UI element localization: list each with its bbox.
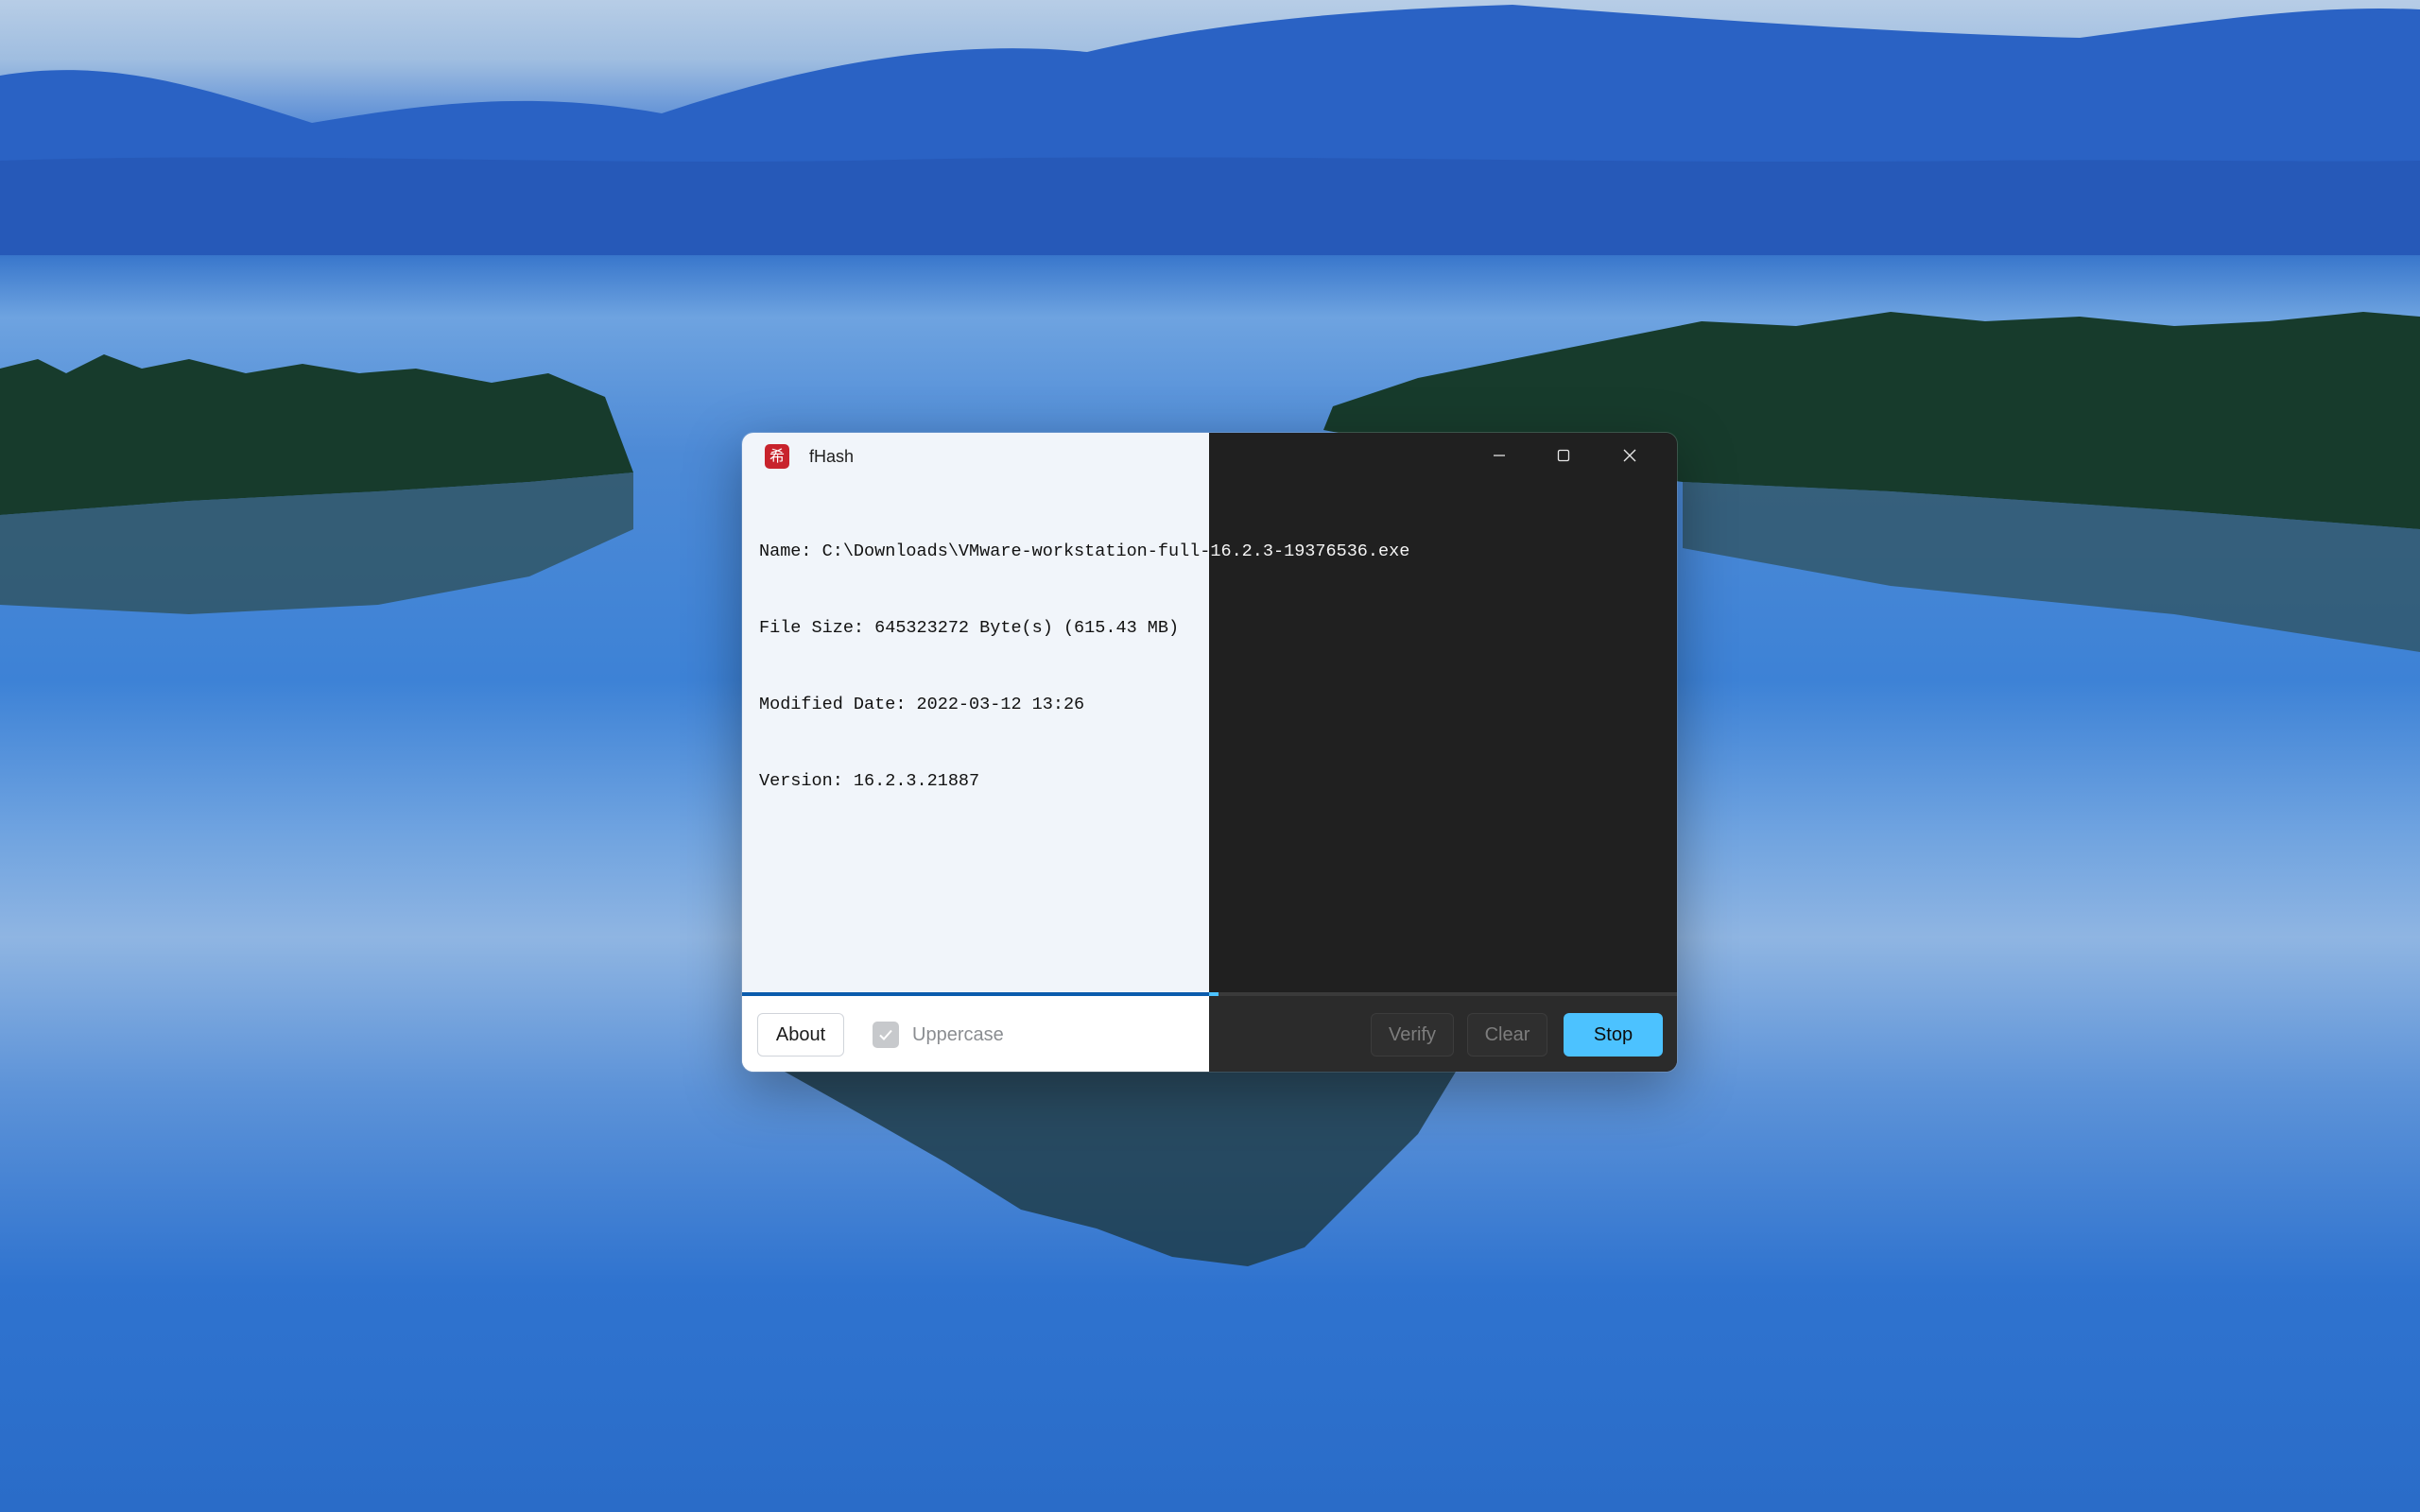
output-line-modified-date-dark: Modified Date: 2022-03-12 13:26: [1209, 692, 1409, 717]
check-icon: [879, 1029, 892, 1040]
output-text-light: Name: C:\Downloads\VMware-workstation-fu…: [759, 488, 1209, 979]
close-button[interactable]: [1598, 433, 1662, 478]
minimize-icon: [1494, 455, 1505, 456]
output-line-name: Name: C:\Downloads\VMware-workstation-fu…: [759, 541, 1209, 561]
hash-output-textbox[interactable]: Name: C:\Downloads\VMware-workstation-fu…: [759, 488, 1667, 979]
output-line-file-size: File Size: 645323272 Byte(s) (615.43 MB): [759, 618, 1180, 638]
minimize-button[interactable]: [1467, 433, 1531, 478]
clear-button[interactable]: Clear: [1467, 1013, 1547, 1057]
uppercase-label: Uppercase: [912, 1023, 1004, 1045]
about-button[interactable]: About: [757, 1013, 844, 1057]
title-bar[interactable]: 希 fHash: [742, 433, 1677, 478]
output-line-file-size-dark: File Size: 645323272 Byte(s) (615.43 MB): [1209, 615, 1409, 641]
window-title: fHash: [809, 447, 855, 466]
uppercase-checkbox[interactable]: Uppercase: [873, 1019, 1004, 1051]
progress-bar-fill-dark: [1209, 992, 1219, 996]
progress-track-dark: [1209, 992, 1677, 996]
fhash-window: 希 fHash Name: C:\Downloads\VMware-workst…: [742, 433, 1677, 1072]
output-line-version-dark: Version: 16.2.3.21887: [1209, 768, 1409, 794]
maximize-button[interactable]: [1531, 433, 1596, 478]
output-text-dark: Name: C:\Downloads\VMware-workstation-fu…: [1209, 488, 1667, 979]
stop-button[interactable]: Stop: [1564, 1013, 1663, 1057]
app-icon: 希: [765, 444, 789, 469]
verify-button[interactable]: Verify: [1371, 1013, 1454, 1057]
output-line-name-dark: Name: C:\Downloads\VMware-workstation-fu…: [1209, 541, 1410, 561]
output-line-version: Version: 16.2.3.21887: [759, 771, 980, 791]
close-icon: [1623, 449, 1636, 462]
progress-bar-fill-light: [742, 992, 1209, 996]
output-line-modified-date: Modified Date: 2022-03-12 13:26: [759, 695, 1085, 714]
uppercase-checkbox-box[interactable]: [873, 1022, 899, 1048]
maximize-icon: [1557, 449, 1570, 462]
